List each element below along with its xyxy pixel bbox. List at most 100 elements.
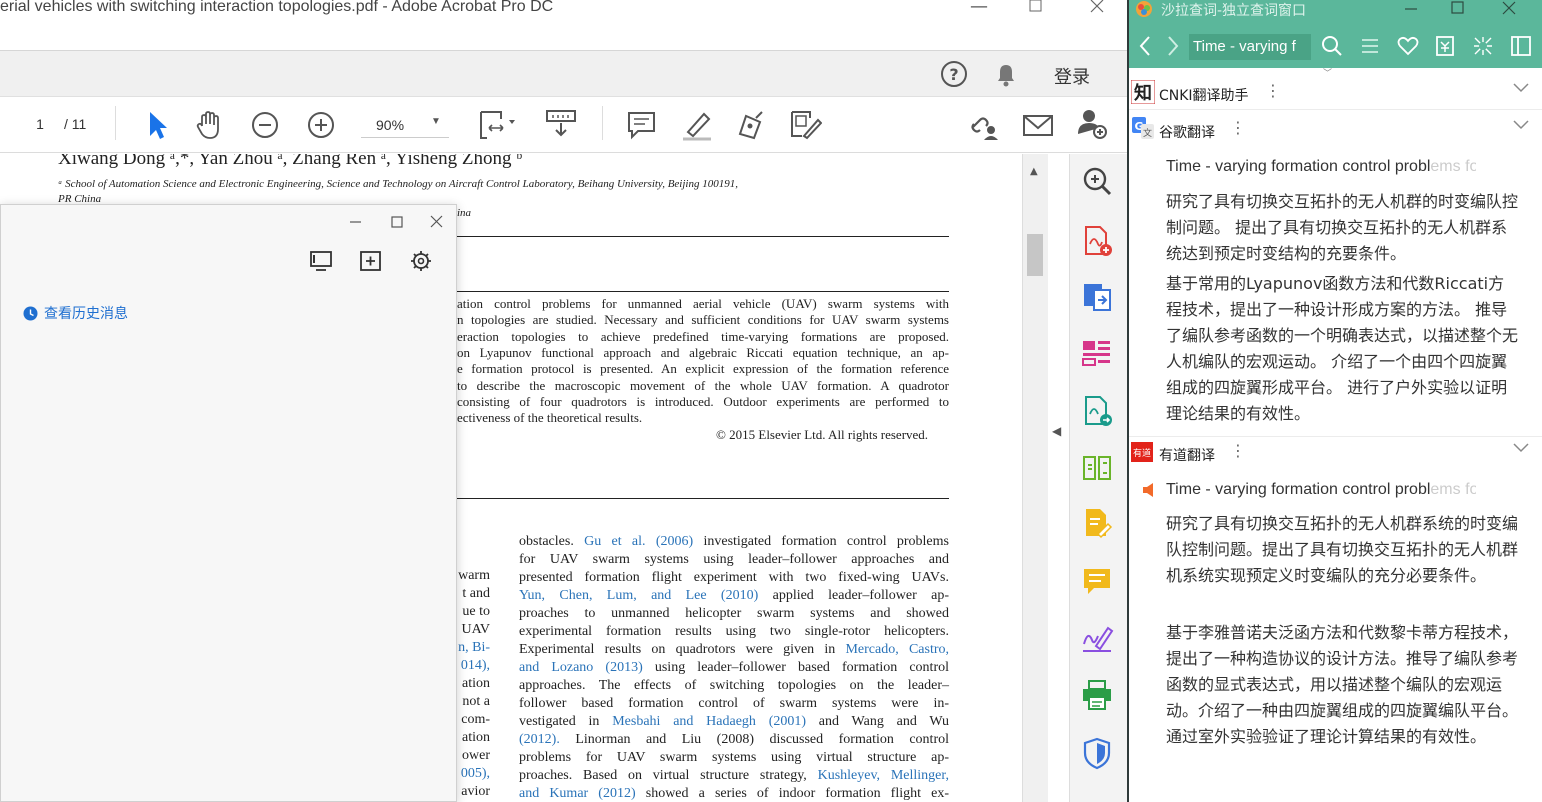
minimize-button[interactable]: — (959, 0, 999, 17)
source-text-fade: ems fo (1430, 481, 1476, 498)
scroll-mode-icon[interactable] (544, 106, 578, 140)
create-pdf-icon[interactable] (1080, 224, 1114, 258)
zoom-select[interactable]: 90% ▼ (361, 110, 449, 138)
rule (457, 291, 949, 292)
scroll-up-icon[interactable]: ▲ (1030, 166, 1038, 177)
fill-sign-icon[interactable] (1080, 506, 1114, 540)
left-column-fragment: ation (462, 676, 490, 691)
float-close-button[interactable] (427, 213, 447, 231)
more-options-icon[interactable]: ⋮ (1230, 441, 1246, 460)
speaker-icon[interactable] (1142, 482, 1156, 498)
citation-link[interactable]: and Lozano (2013) (519, 660, 643, 675)
screen-icon[interactable] (308, 249, 334, 273)
left-column-fragment: ower (462, 748, 490, 763)
export-pdf-icon[interactable] (1080, 280, 1114, 314)
cnki-logo-icon: 知 (1131, 80, 1155, 104)
collapse-panel-icon[interactable]: ◀ (1052, 424, 1061, 438)
body-text: proaches to unmanned helicopter swarm sy… (519, 606, 949, 621)
vertical-scrollbar[interactable]: ▲ (1022, 154, 1048, 802)
add-window-icon[interactable] (358, 249, 384, 273)
highlight-icon[interactable] (680, 108, 714, 142)
body-text: presented formation flight experiment wi… (519, 570, 949, 585)
citation-link[interactable]: Mercado, Castro, (845, 642, 949, 657)
acrobat-titlebar: erial vehicles with switching interactio… (0, 0, 1127, 26)
citation-link[interactable]: (2012). (519, 732, 560, 747)
abstract-line: to describe the macroscopic movement of … (457, 377, 949, 393)
more-options-icon[interactable]: ⋮ (1265, 81, 1281, 100)
cnki-section-header[interactable]: 知 CNKI翻译助手 ⋮ (1129, 76, 1542, 110)
view-history-link[interactable]: 查看历史消息 (23, 303, 128, 323)
search-input[interactable]: Time - varying f (1189, 34, 1311, 60)
scroll-thumb[interactable] (1027, 234, 1043, 276)
page-fit-icon[interactable] (475, 106, 521, 140)
chevron-down-icon[interactable] (1512, 442, 1530, 454)
body-text: problems for UAV swarm systems using vir… (519, 750, 949, 765)
sidebar-toggle-icon[interactable] (1510, 35, 1532, 57)
add-user-icon[interactable] (1075, 106, 1109, 140)
edit-pdf-icon[interactable] (788, 106, 822, 140)
signature-icon[interactable] (1080, 620, 1114, 654)
youdao-translation-p1: 研究了具有切换交互拓扑的无人机群系统的时变编队控制问题。提出了具有切换交互拓扑的… (1166, 514, 1519, 585)
combine-files-icon[interactable] (1080, 394, 1114, 428)
more-options-icon[interactable]: ⋮ (1230, 118, 1246, 137)
hand-tool-icon[interactable] (193, 108, 227, 142)
comment-icon[interactable] (625, 108, 659, 142)
share-link-icon[interactable] (966, 108, 1000, 142)
help-icon[interactable]: ? (940, 60, 968, 88)
source-text-fade: ems fo (1430, 158, 1476, 175)
youdao-logo-icon: 有道 (1131, 442, 1153, 462)
abstract-line: n topologies are studied. Necessary and … (457, 312, 949, 328)
close-button[interactable] (1077, 0, 1117, 16)
pin-icon[interactable] (1472, 35, 1494, 57)
history-label: 查看历史消息 (44, 306, 128, 322)
print-production-icon[interactable] (1080, 678, 1114, 712)
sign-icon[interactable] (734, 108, 768, 142)
menu-icon[interactable] (1359, 35, 1381, 57)
citation-link[interactable]: Gu et al. (2006) (584, 534, 693, 549)
citation-link[interactable]: Yun, Chen, Lum, and Lee (2010) (519, 588, 758, 603)
compare-files-icon[interactable] (1080, 451, 1114, 485)
chevron-down-icon[interactable] (1512, 82, 1530, 94)
float-minimize-button[interactable] (346, 213, 366, 231)
body-text: follower based formation control of swar… (519, 696, 949, 711)
select-arrow-icon[interactable] (140, 108, 174, 142)
login-link[interactable]: 登录 (1054, 63, 1090, 89)
sala-close-button[interactable] (1489, 0, 1529, 18)
protect-shield-icon[interactable] (1080, 736, 1114, 770)
email-icon[interactable] (1021, 108, 1055, 142)
forward-icon[interactable] (1165, 34, 1181, 58)
sala-maximize-button[interactable] (1437, 0, 1477, 18)
youdao-section-header[interactable]: 有道 有道翻译 ⋮ (1129, 436, 1542, 470)
back-icon[interactable] (1137, 34, 1153, 58)
saladict-title: 沙拉查词-独立查词窗口 (1161, 3, 1307, 19)
copyright: © 2015 Elsevier Ltd. All rights reserved… (716, 427, 929, 442)
gear-icon[interactable] (408, 249, 434, 273)
page-total: / 11 (64, 116, 87, 132)
search-icon[interactable] (1321, 35, 1343, 57)
heart-icon[interactable] (1397, 35, 1419, 57)
zoom-in-icon[interactable] (304, 108, 338, 142)
abstract-line: eraction topologies to achieve predefine… (457, 328, 949, 344)
bell-icon[interactable] (993, 60, 1019, 88)
source-text: Time - varying formation control problem… (1166, 158, 1476, 175)
citation-link[interactable]: Kushleyev, Mellinger, (818, 768, 949, 783)
page-number-input[interactable]: 1 (24, 108, 56, 138)
zoom-out-icon[interactable] (248, 108, 282, 142)
citation-link[interactable]: Mesbahi and Hadaegh (2001) (612, 714, 806, 729)
float-maximize-button[interactable] (387, 213, 407, 231)
organize-pages-icon[interactable] (1080, 336, 1114, 370)
left-column-fragment: warm (458, 568, 490, 583)
citation-link[interactable]: and Kumar (2012) (519, 786, 636, 801)
source-text-main: Time - varying formation control probl (1166, 481, 1431, 498)
body-line: vestigated in Mesbahi and Hadaegh (2001)… (519, 714, 949, 730)
chevron-down-icon[interactable] (1512, 119, 1530, 131)
zoom-search-icon[interactable] (1080, 164, 1114, 198)
comment-tool-icon[interactable] (1080, 564, 1114, 598)
maximize-button[interactable] (1016, 0, 1056, 16)
zoom-value: 90% (376, 117, 405, 133)
svg-text:有道: 有道 (1133, 447, 1151, 459)
sala-minimize-button[interactable] (1391, 0, 1431, 18)
google-section-header[interactable]: G文 谷歌翻译 ⋮ (1129, 113, 1542, 147)
left-column-fragment: n, Bi- (458, 640, 490, 655)
notebook-icon[interactable] (1434, 35, 1456, 57)
